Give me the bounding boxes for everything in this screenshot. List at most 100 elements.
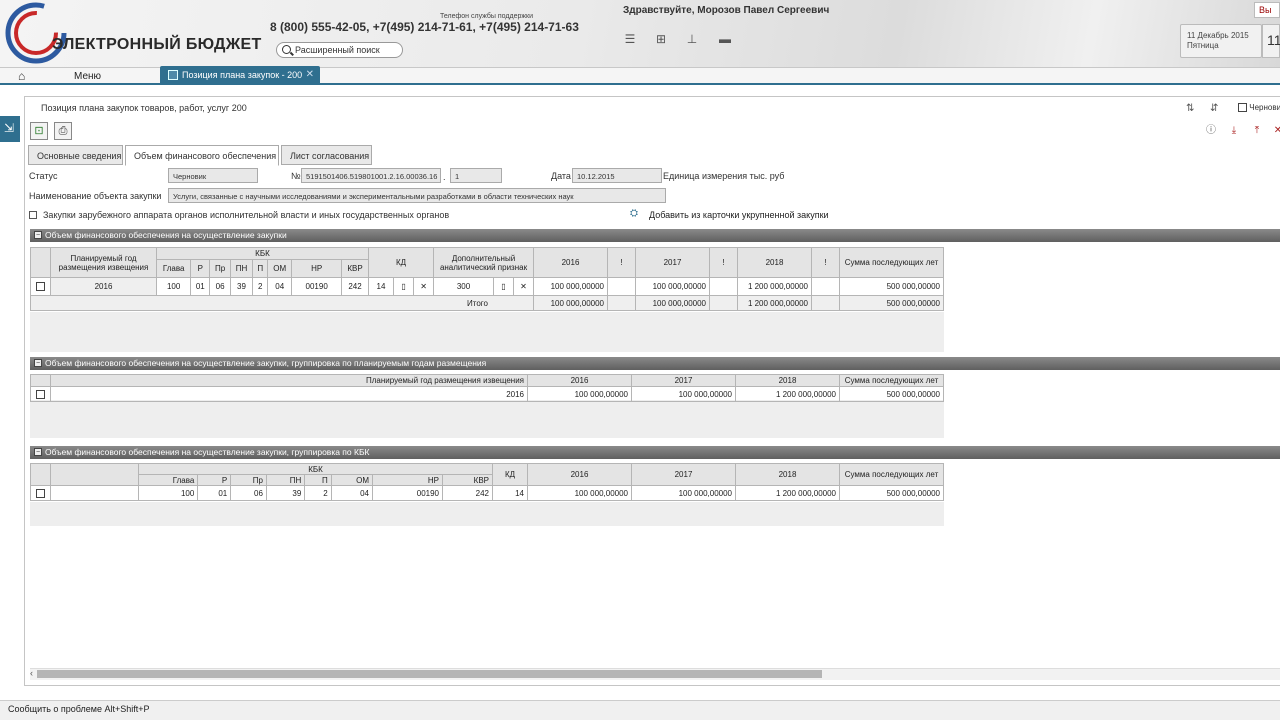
cell-2018[interactable]: 1 200 000,00000	[737, 277, 812, 296]
document-icon	[168, 70, 178, 80]
year-2018-header: 2018	[735, 463, 840, 486]
cell-2017[interactable]: 100 000,00000	[635, 277, 710, 296]
add-from-card-icon[interactable]: ⛭	[630, 208, 638, 219]
year-2018-header: 2018	[737, 247, 812, 278]
cell-kbk: 00190	[372, 485, 443, 501]
section-by-year-header[interactable]: − Объем финансового обеспечения на осуще…	[30, 357, 1280, 370]
section-by-kbk-header[interactable]: − Объем финансового обеспечения на осуще…	[30, 446, 1280, 459]
close-icon[interactable]: ✕	[306, 69, 314, 80]
scroll-left-icon[interactable]: ‹	[30, 668, 33, 678]
dop-lookup-icon[interactable]: ▯	[493, 277, 514, 296]
scrollbar-thumb[interactable]	[37, 670, 822, 678]
kbk-col-header: НР	[291, 259, 343, 278]
tab-financing[interactable]: Объем финансового обеспечения	[125, 145, 279, 166]
table-row[interactable]: 2016 100 000,00000 100 000,00000 1 200 0…	[30, 386, 944, 402]
kbk-col-header: КВР	[442, 474, 493, 486]
kbk-col-header: ПН	[265, 474, 306, 486]
search-icon	[282, 45, 291, 54]
kd-clear-icon[interactable]: ✕	[413, 277, 435, 296]
kd-lookup-icon[interactable]: ▯	[393, 277, 415, 296]
cell-2016[interactable]: 100 000,00000	[533, 277, 608, 296]
section-financing-title: Объем финансового обеспечения на осущест…	[45, 230, 287, 240]
list-view-icon[interactable]: ☰	[623, 33, 637, 45]
financing-table: Планируемый год размещения извещения КБК…	[30, 247, 944, 311]
cell-plan-year[interactable]: 2016	[50, 277, 157, 296]
cell-dop: 300	[433, 277, 494, 296]
download-icon[interactable]: ⤓	[1228, 125, 1240, 137]
kbk-header: КБК	[156, 247, 369, 260]
cell-2017: 100 000,00000	[631, 386, 736, 402]
cell-kbk: 242	[442, 485, 493, 501]
dop-clear-icon[interactable]: ✕	[513, 277, 534, 296]
dop-header: Дополнительный аналитический признак	[433, 247, 534, 278]
collapse-icon[interactable]: −	[34, 359, 42, 367]
foreign-checkbox-label: Закупки зарубежного аппарата органов исп…	[43, 210, 450, 220]
table-row[interactable]: 2016 100 01 06 39 2 04 00190 242 14 ▯ ✕ …	[30, 277, 944, 296]
weekday-line: Пятница	[1187, 41, 1219, 50]
export-excel-button[interactable]: ⊡	[30, 122, 48, 140]
checkbox-icon[interactable]	[36, 488, 45, 498]
cell-kbk: 01	[197, 485, 232, 501]
exit-button[interactable]: Вы	[1254, 2, 1280, 18]
add-from-card-link[interactable]: Добавить из карточки укрупненной закупки	[649, 210, 829, 220]
flag-header: !	[811, 247, 840, 278]
cell-flag	[709, 277, 738, 296]
cell-future: 500 000,00000	[839, 386, 944, 402]
collapse-icon[interactable]: −	[34, 448, 42, 456]
print-button[interactable]: ⎙	[54, 122, 72, 140]
menu-link[interactable]: Меню	[74, 71, 101, 82]
user-greeting: Здравствуйте, Морозов Павел Сергеевич	[623, 5, 830, 16]
tab-approval-sheet[interactable]: Лист согласования	[281, 145, 372, 165]
status-bar: Сообщить о проблеме Alt+Shift+P	[0, 700, 1280, 720]
cell-future[interactable]: 500 000,00000	[839, 277, 944, 296]
kbk-col-header: Пр	[230, 474, 267, 486]
number-label: №	[291, 171, 301, 181]
collapse-all-icon[interactable]: ⇵	[1210, 103, 1218, 114]
close-form-icon[interactable]: ✕	[1272, 125, 1280, 137]
date-field: 10.12.2015	[572, 168, 662, 183]
table-row[interactable]: 100 01 06 39 2 04 00190 242 14 100 000,0…	[30, 485, 944, 501]
year-2016-header: 2016	[533, 247, 608, 278]
cell-2016: 100 000,00000	[527, 485, 632, 501]
cell-kbk: 100	[137, 485, 199, 501]
home-icon[interactable]: ⌂	[18, 70, 32, 82]
object-name-label: Наименование объекта закупки	[29, 191, 162, 201]
status-field: Черновик	[168, 168, 258, 183]
kbk-col-header: НР	[372, 474, 443, 486]
future-years-header: Сумма последующих лет	[839, 463, 944, 486]
side-panel-toggle-icon[interactable]: ⇲	[0, 116, 20, 142]
draft-toggle[interactable]: Черновик	[1238, 103, 1280, 113]
flag-header: !	[709, 247, 738, 278]
checkbox-icon[interactable]	[36, 389, 45, 399]
row-checkbox[interactable]	[30, 386, 51, 402]
collapse-icon[interactable]: −	[34, 231, 42, 239]
search-input[interactable]: Расширенный поиск	[276, 42, 403, 58]
row-checkbox[interactable]	[30, 485, 51, 501]
plan-year-header: Планируемый год размещения извещения	[50, 374, 528, 387]
structure-icon[interactable]: ⊞	[654, 33, 668, 45]
kbk-col-header: Р	[190, 259, 211, 278]
total-2017: 100 000,00000	[635, 295, 710, 311]
cell-flag	[607, 277, 636, 296]
cell-kbk: 04	[267, 277, 293, 296]
total-flag	[811, 295, 840, 311]
hierarchy-icon[interactable]: ⊥	[685, 33, 699, 45]
cell-plan-year: 2016	[50, 386, 528, 402]
report-problem-link[interactable]: Сообщить о проблеме Alt+Shift+P	[8, 704, 150, 714]
kbk-col-header: Глава	[137, 474, 199, 486]
grid-view-icon[interactable]: ▬	[718, 33, 732, 45]
cell-kbk: 2	[252, 277, 269, 296]
tab-basic-info[interactable]: Основные сведения	[28, 145, 123, 165]
expand-all-icon[interactable]: ⇅	[1186, 103, 1194, 114]
checkbox-icon[interactable]	[36, 282, 45, 292]
kd-header: КД	[492, 463, 528, 486]
kbk-col-header: Р	[197, 474, 232, 486]
upload-icon[interactable]: ⤒	[1251, 125, 1263, 137]
section-financing-header[interactable]: − Объем финансового обеспечения на осуще…	[30, 229, 1280, 242]
tab-purchase-plan-position[interactable]: Позиция плана закупок - 200 ✕	[160, 66, 320, 85]
by-year-table: Планируемый год размещения извещения 201…	[30, 374, 944, 402]
foreign-checkbox[interactable]	[29, 211, 37, 219]
cell-kbk: 39	[265, 485, 306, 501]
info-icon[interactable]: ⓘ	[1205, 125, 1217, 137]
row-checkbox[interactable]	[30, 277, 51, 296]
